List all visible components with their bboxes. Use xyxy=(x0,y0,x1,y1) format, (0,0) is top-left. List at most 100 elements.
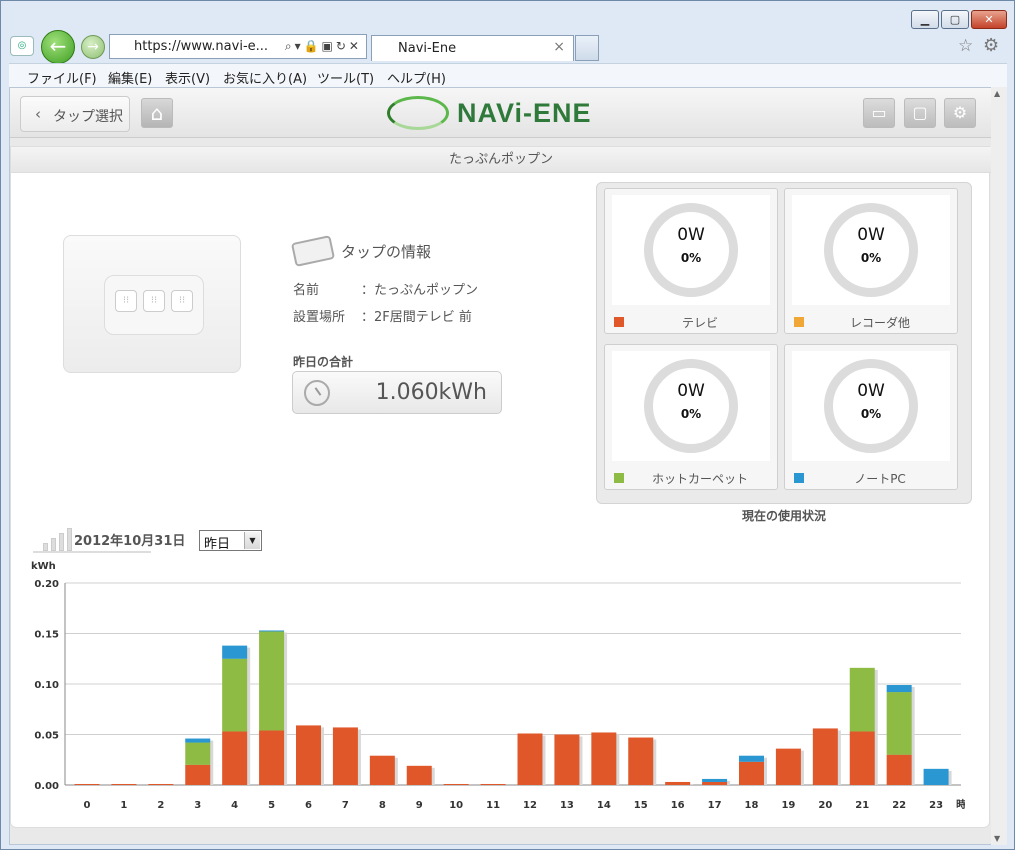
period-select[interactable]: 昨日 ▼ xyxy=(199,530,262,552)
yesterday-total-box: 1.060kWh xyxy=(292,371,502,414)
x-tick-label: 17 xyxy=(708,800,722,811)
scroll-down-icon[interactable]: ▼ xyxy=(994,834,1000,843)
bar-segment xyxy=(886,692,912,755)
x-tick-label: 2 xyxy=(157,800,164,811)
menu-help[interactable]: ヘルプ(H) xyxy=(387,68,446,87)
x-tick-label: 4 xyxy=(231,800,238,811)
tap-info-heading: タップの情報 xyxy=(341,243,432,261)
address-bar-icons: ⌕▾🔒▣↻✕ xyxy=(284,39,362,53)
x-tick-label: 21 xyxy=(855,800,869,811)
browser-tools-gear-icon[interactable]: ⚙ xyxy=(983,35,999,56)
minimize-icon: ▁ xyxy=(920,13,930,26)
back-button[interactable]: ← xyxy=(41,30,75,64)
outlet-label: テレビ xyxy=(681,316,718,330)
current-usage-panel: 0W 0% テレビ 0W 0% レコーダ他 0W 0% ホットカーペット 0W … xyxy=(596,182,972,504)
menu-file[interactable]: ファイル(F) xyxy=(27,68,97,87)
x-tick-label: 1 xyxy=(120,800,127,811)
x-tick-label: 6 xyxy=(305,800,312,811)
forward-button[interactable]: → xyxy=(81,35,105,59)
bar-segment xyxy=(849,667,875,732)
maximize-button[interactable]: ▢ xyxy=(941,10,969,29)
outlet-button[interactable]: ▢ xyxy=(904,98,936,128)
address-url: https://www.navi-e... xyxy=(134,39,269,54)
home-icon: ⌂ xyxy=(150,101,164,125)
settings-button[interactable]: ⚙ xyxy=(944,98,976,128)
hourly-usage-chart: kWh0.000.050.100.150.200 1 2 3 4 5 6 7 8 9 10 11 12 1… xyxy=(31,561,965,811)
bar-segment xyxy=(849,731,875,785)
bar-segment xyxy=(517,733,543,785)
outlet-gauge-hotcarpet[interactable]: 0W 0% ホットカーペット xyxy=(604,344,778,490)
yesterday-total-label: 昨日の合計 xyxy=(293,355,354,369)
close-window-button[interactable]: ✕ xyxy=(971,10,1007,29)
legend-swatch xyxy=(614,317,624,327)
vertical-scrollbar[interactable]: ▲ ▼ xyxy=(991,87,1007,845)
x-tick-label: 16 xyxy=(671,800,685,811)
x-tick-label: 13 xyxy=(560,800,574,811)
y-tick-label: 0.15 xyxy=(34,630,59,641)
menu-edit[interactable]: 編集(E) xyxy=(108,68,152,87)
menu-view[interactable]: 表示(V) xyxy=(165,68,210,87)
bar-segment xyxy=(406,765,432,785)
y-axis-unit: kWh xyxy=(31,561,56,572)
tap-select-label: タップ選択 xyxy=(53,109,123,125)
site-favicon-icon: ◎ xyxy=(10,36,34,56)
power-strip-illustration: ⁝⁝ ⁝⁝ ⁝⁝ xyxy=(104,275,204,335)
home-button[interactable]: ⌂ xyxy=(141,98,173,128)
x-tick-label: 3 xyxy=(194,800,201,811)
menu-bar: ファイル(F) 編集(E) 表示(V) お気に入り(A) ツール(T) ヘルプ(… xyxy=(9,63,1007,87)
bar-segment xyxy=(628,737,654,785)
gauge-watts: 0W xyxy=(677,381,705,401)
bar-segment xyxy=(369,755,395,785)
bar-segment xyxy=(886,754,912,785)
menu-favorites[interactable]: お気に入り(A) xyxy=(223,68,307,87)
outlet-gauge-tv[interactable]: 0W 0% テレビ xyxy=(604,188,778,334)
bar-segment xyxy=(222,731,248,785)
x-tick-label: 10 xyxy=(449,800,463,811)
power-strip-info-icon xyxy=(290,235,336,267)
bar-segment xyxy=(148,783,174,785)
location-value: ：2F居間テレビ 前 xyxy=(361,310,472,325)
socket-icon: ⁝⁝ xyxy=(115,290,137,312)
bar-segment xyxy=(554,734,580,785)
maximize-icon: ▢ xyxy=(949,13,961,26)
meter-icon xyxy=(304,380,330,406)
divider xyxy=(33,551,151,553)
new-tab-button[interactable] xyxy=(575,35,599,61)
page-content: ‹ タップ選択 ⌂ NAVi-ENE ▭ ▢ ⚙ たっぷんポップン ⁝⁝ ⁝⁝ … xyxy=(9,87,1007,845)
bar-segment xyxy=(259,730,285,785)
x-tick-label: 22 xyxy=(892,800,906,811)
bar-segment xyxy=(74,783,100,785)
minimize-button[interactable]: ▁ xyxy=(911,10,939,29)
tap-detail-panel: たっぷんポップン ⁝⁝ ⁝⁝ ⁝⁝ タップの情報 名前 ：たっぷんポップン 設置… xyxy=(10,146,991,828)
outlet-gauge-notepc[interactable]: 0W 0% ノートPC xyxy=(784,344,958,490)
panel-title: たっぷんポップン xyxy=(11,147,991,173)
bar-segment xyxy=(812,728,838,785)
bar-segment xyxy=(259,631,285,731)
favorites-star-icon[interactable]: ☆ xyxy=(958,36,973,56)
socket-icon: ⁝⁝ xyxy=(143,290,165,312)
browser-tab[interactable]: Navi-Ene × xyxy=(371,35,574,61)
gauge-percent: 0% xyxy=(680,251,702,265)
bar-segment xyxy=(111,783,137,785)
bar-segment xyxy=(332,727,358,785)
bar-segment xyxy=(185,764,211,785)
bar-segment xyxy=(775,748,801,785)
tab-title: Navi-Ene xyxy=(398,41,457,56)
gauge-ring xyxy=(644,203,738,297)
legend-swatch xyxy=(794,473,804,483)
gauge-watts: 0W xyxy=(857,381,885,401)
tap-select-button[interactable]: ‹ タップ選択 xyxy=(20,96,130,132)
tap-list-button[interactable]: ▭ xyxy=(863,98,895,128)
outlet-gauge-recorder[interactable]: 0W 0% レコーダ他 xyxy=(784,188,958,334)
x-tick-label: 5 xyxy=(268,800,275,811)
scroll-up-icon[interactable]: ▲ xyxy=(994,89,1000,98)
chevron-down-icon[interactable]: ▼ xyxy=(244,532,260,549)
x-tick-label: 19 xyxy=(781,800,795,811)
power-strip-icon: ▭ xyxy=(871,103,887,122)
tab-close-button[interactable]: × xyxy=(553,39,565,55)
bar-segment xyxy=(296,725,321,785)
menu-tools[interactable]: ツール(T) xyxy=(317,68,374,87)
address-bar[interactable]: https://www.navi-e... ⌕▾🔒▣↻✕ xyxy=(109,34,367,59)
bar-segment xyxy=(702,778,728,782)
y-tick-label: 0.05 xyxy=(34,731,59,742)
